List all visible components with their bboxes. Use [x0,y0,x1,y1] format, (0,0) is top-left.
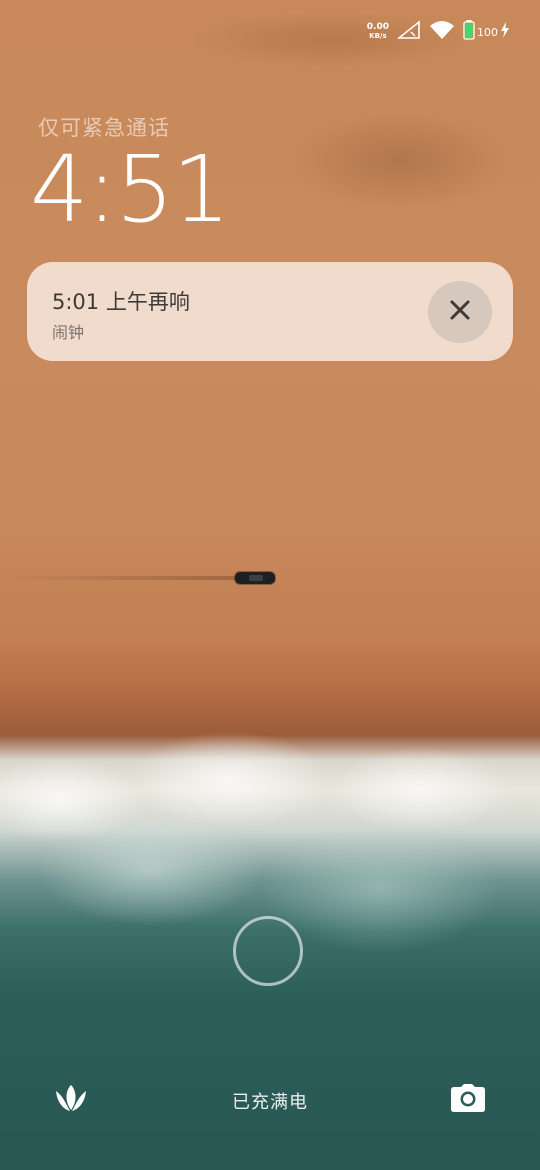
charging-bolt-icon [500,22,510,42]
wallpaper-tire-track [0,576,235,580]
battery-icon [463,20,475,44]
network-speed: 0.00 KB/s [367,23,389,41]
dismiss-alarm-button[interactable] [428,281,492,343]
alarm-notification-card[interactable]: 5:01 上午再响 闹钟 [27,262,513,361]
notification-title: 5:01 上午再响 [52,290,190,314]
camera-shortcut-button[interactable] [448,1081,488,1119]
fingerprint-unlock-ring[interactable] [233,916,303,986]
notification-app-name: 闹钟 [52,323,85,342]
close-icon [449,299,471,325]
battery-percent: 100 [477,25,498,39]
camera-icon [450,1083,486,1117]
network-speed-value: 0.00 [366,22,389,32]
lock-screen-bottom-bar: 已充满电 [0,1076,540,1126]
wallpaper-car [235,572,275,584]
network-speed-unit: KB/s [369,32,387,40]
cellular-signal-icon [396,20,421,44]
battery-indicator: 100 [463,20,510,44]
wifi-icon [429,20,455,44]
status-bar: 0.00 KB/s 100 [367,18,510,46]
lock-screen-clock: 4:51 [30,136,231,243]
